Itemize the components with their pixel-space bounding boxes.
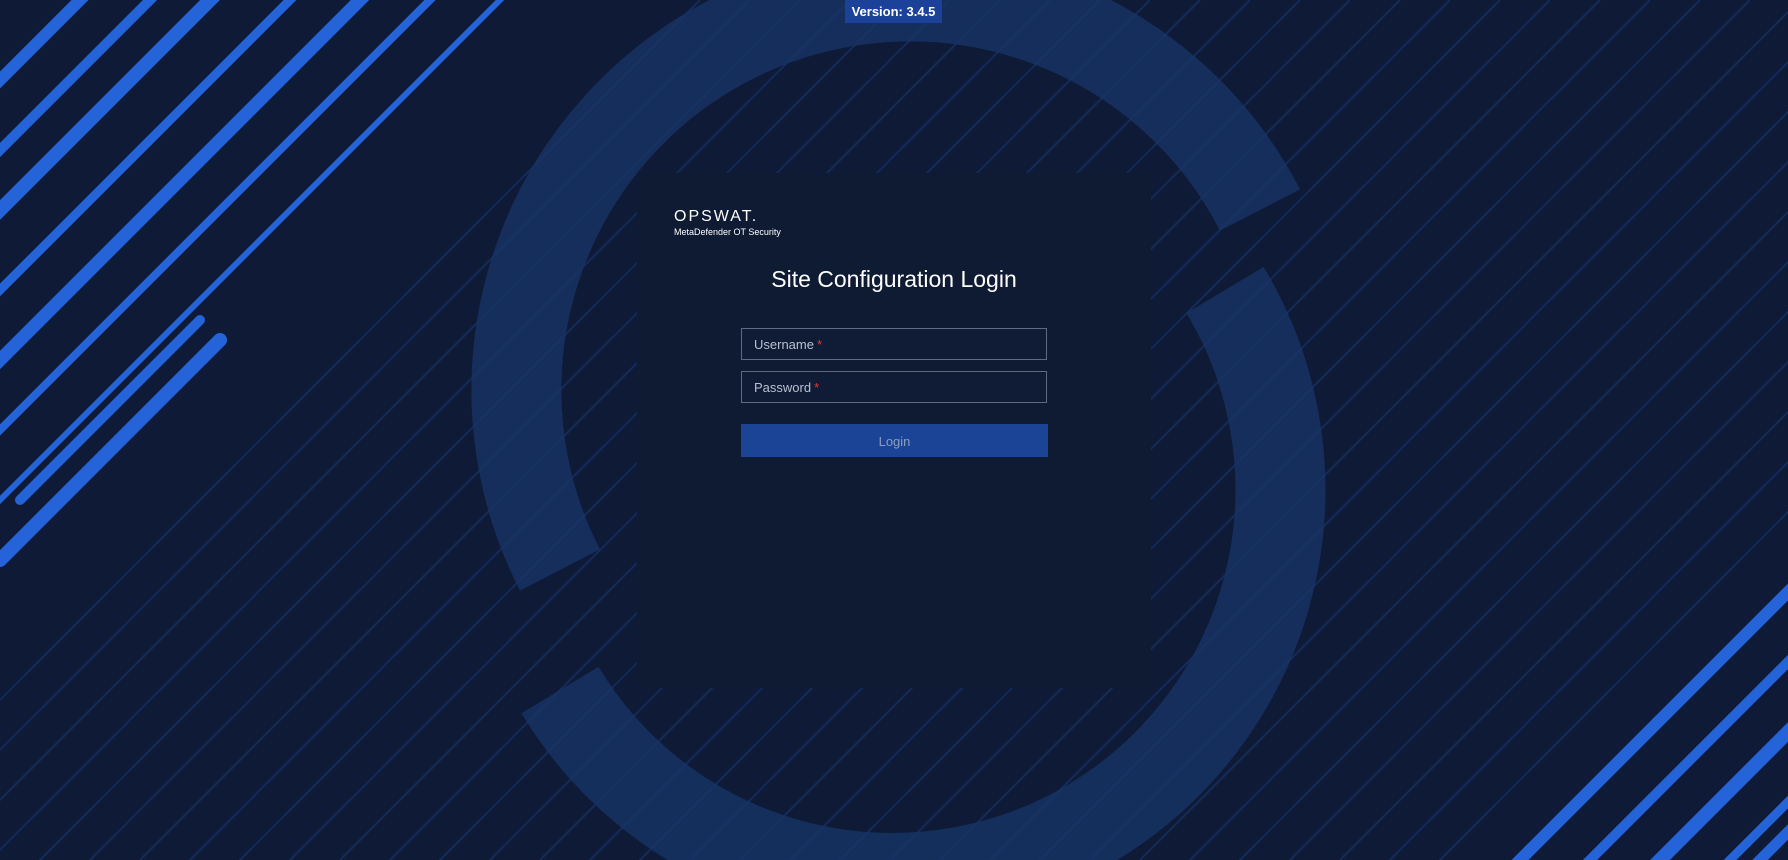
login-button[interactable]: Login <box>741 424 1048 457</box>
username-input[interactable] <box>742 329 1046 359</box>
login-card: OPSWAT. MetaDefender OT Security Site Co… <box>637 173 1151 688</box>
login-page: Version: 3.4.5 OPSWAT. MetaDefender OT S… <box>0 0 1788 860</box>
version-badge: Version: 3.4.5 <box>845 0 942 23</box>
password-field[interactable]: Password * <box>741 371 1047 403</box>
page-title: Site Configuration Login <box>771 266 1017 292</box>
password-input[interactable] <box>742 372 1046 402</box>
logo-product: MetaDefender OT Security <box>674 227 781 237</box>
username-field[interactable]: Username * <box>741 328 1047 360</box>
logo-brand: OPSWAT. <box>674 208 759 225</box>
opswat-logo: OPSWAT. MetaDefender OT Security <box>674 209 781 238</box>
